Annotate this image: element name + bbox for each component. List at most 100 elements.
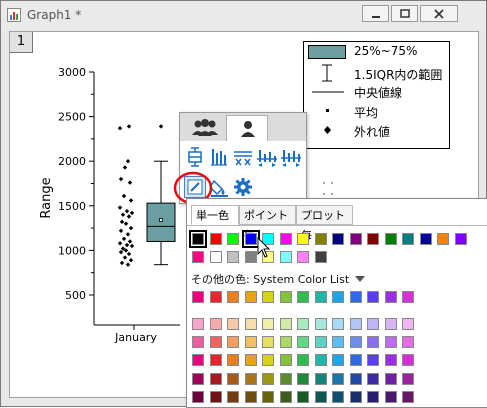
color-swatch[interactable]: [314, 251, 327, 263]
system-color-swatch[interactable]: [314, 354, 327, 367]
color-swatch[interactable]: [437, 233, 449, 245]
system-color-swatch[interactable]: [227, 390, 239, 403]
system-color-swatch[interactable]: [279, 336, 292, 349]
mini-tab-person[interactable]: [226, 115, 268, 141]
color-swatch[interactable]: [192, 251, 204, 263]
system-color-swatch[interactable]: [349, 336, 362, 349]
system-color-swatch[interactable]: [349, 390, 362, 403]
system-color-swatch[interactable]: [349, 318, 362, 330]
color-swatch[interactable]: [402, 233, 414, 245]
color-swatch[interactable]: [279, 233, 292, 245]
tab-per-plot[interactable]: プロット毎: [296, 205, 353, 242]
system-color-swatch[interactable]: [402, 291, 414, 303]
title-bar[interactable]: Graph1 *: [1, 1, 486, 29]
color-swatch[interactable]: [332, 233, 344, 245]
system-color-swatch[interactable]: [244, 372, 257, 385]
system-color-swatch[interactable]: [367, 354, 379, 367]
system-color-swatch[interactable]: [349, 354, 362, 367]
system-color-swatch[interactable]: [262, 318, 274, 330]
color-swatch[interactable]: [454, 233, 467, 245]
system-color-swatch[interactable]: [332, 291, 344, 303]
system-color-swatch[interactable]: [279, 318, 292, 330]
system-color-swatch[interactable]: [384, 291, 397, 303]
system-color-swatch[interactable]: [367, 318, 379, 330]
system-color-swatch[interactable]: [349, 291, 362, 303]
system-color-swatch[interactable]: [262, 336, 274, 349]
system-color-swatch[interactable]: [314, 336, 327, 349]
system-color-swatch[interactable]: [227, 336, 239, 349]
system-color-swatch[interactable]: [262, 372, 274, 385]
color-swatch[interactable]: [227, 233, 239, 245]
color-swatch[interactable]: [209, 251, 222, 263]
color-swatch[interactable]: [349, 233, 362, 245]
system-color-swatch[interactable]: [227, 354, 239, 367]
system-color-swatch[interactable]: [192, 336, 204, 349]
color-swatch[interactable]: [384, 233, 397, 245]
system-color-swatch[interactable]: [209, 354, 222, 367]
system-color-swatch[interactable]: [367, 372, 379, 385]
system-color-swatch[interactable]: [227, 372, 239, 385]
system-color-swatch[interactable]: [244, 291, 257, 303]
minimize-button[interactable]: [362, 5, 389, 22]
system-color-swatch[interactable]: [262, 354, 274, 367]
system-color-swatch[interactable]: [384, 390, 397, 403]
system-color-swatch[interactable]: [332, 354, 344, 367]
system-color-swatch[interactable]: [244, 354, 257, 367]
system-color-swatch[interactable]: [384, 336, 397, 349]
system-color-swatch[interactable]: [262, 390, 274, 403]
system-color-swatch[interactable]: [192, 390, 204, 403]
system-color-swatch[interactable]: [314, 372, 327, 385]
system-color-swatch[interactable]: [209, 390, 222, 403]
system-color-swatch[interactable]: [192, 291, 204, 303]
legend[interactable]: 25%~75% 1.5IQR内の範囲 中央値線 平均 外れ値: [303, 41, 450, 149]
system-color-swatch[interactable]: [314, 390, 327, 403]
system-color-swatch[interactable]: [332, 390, 344, 403]
system-color-swatch[interactable]: [402, 390, 414, 403]
color-swatch[interactable]: [314, 233, 327, 245]
color-swatch[interactable]: [279, 251, 292, 263]
distribution-button[interactable]: [256, 146, 278, 168]
maximize-button[interactable]: [391, 5, 418, 22]
system-color-swatch[interactable]: [384, 354, 397, 367]
system-color-swatch[interactable]: [244, 390, 257, 403]
color-swatch[interactable]: [244, 251, 257, 263]
system-color-swatch[interactable]: [314, 318, 327, 330]
spacing-button[interactable]: [280, 146, 302, 168]
system-color-swatch[interactable]: [367, 390, 379, 403]
system-color-swatch[interactable]: [227, 291, 239, 303]
system-color-swatch[interactable]: [297, 336, 309, 349]
system-color-swatch[interactable]: [332, 372, 344, 385]
system-color-swatch[interactable]: [297, 291, 309, 303]
color-swatch[interactable]: [241, 230, 260, 248]
system-color-swatch[interactable]: [332, 336, 344, 349]
system-color-swatch[interactable]: [402, 318, 414, 330]
system-color-swatch[interactable]: [297, 354, 309, 367]
mini-tab-group[interactable]: [184, 115, 226, 141]
outlier-button[interactable]: [232, 146, 254, 168]
system-color-swatch[interactable]: [384, 318, 397, 330]
system-color-swatch[interactable]: [402, 354, 414, 367]
color-swatch[interactable]: [419, 233, 432, 245]
system-color-swatch[interactable]: [279, 291, 292, 303]
color-swatch[interactable]: [297, 251, 309, 263]
system-color-swatch[interactable]: [367, 291, 379, 303]
system-color-swatch[interactable]: [262, 291, 274, 303]
system-color-swatch[interactable]: [209, 291, 222, 303]
box-style-button[interactable]: [208, 146, 230, 168]
color-swatch[interactable]: [227, 251, 239, 263]
system-color-swatch[interactable]: [349, 372, 362, 385]
box-plot-button[interactable]: [184, 146, 206, 168]
settings-button[interactable]: [232, 176, 254, 198]
tab-per-point[interactable]: ポイント毎: [239, 205, 296, 242]
system-color-swatch[interactable]: [367, 336, 379, 349]
system-color-swatch[interactable]: [227, 318, 239, 330]
system-color-swatch[interactable]: [402, 336, 414, 349]
color-swatch[interactable]: [209, 233, 222, 245]
system-color-swatch[interactable]: [297, 372, 309, 385]
other-colors-dropdown[interactable]: その他の色: System Color List: [191, 271, 365, 287]
system-color-swatch[interactable]: [209, 318, 222, 330]
system-color-swatch[interactable]: [192, 318, 204, 330]
system-color-swatch[interactable]: [192, 354, 204, 367]
system-color-swatch[interactable]: [244, 336, 257, 349]
system-color-swatch[interactable]: [279, 390, 292, 403]
